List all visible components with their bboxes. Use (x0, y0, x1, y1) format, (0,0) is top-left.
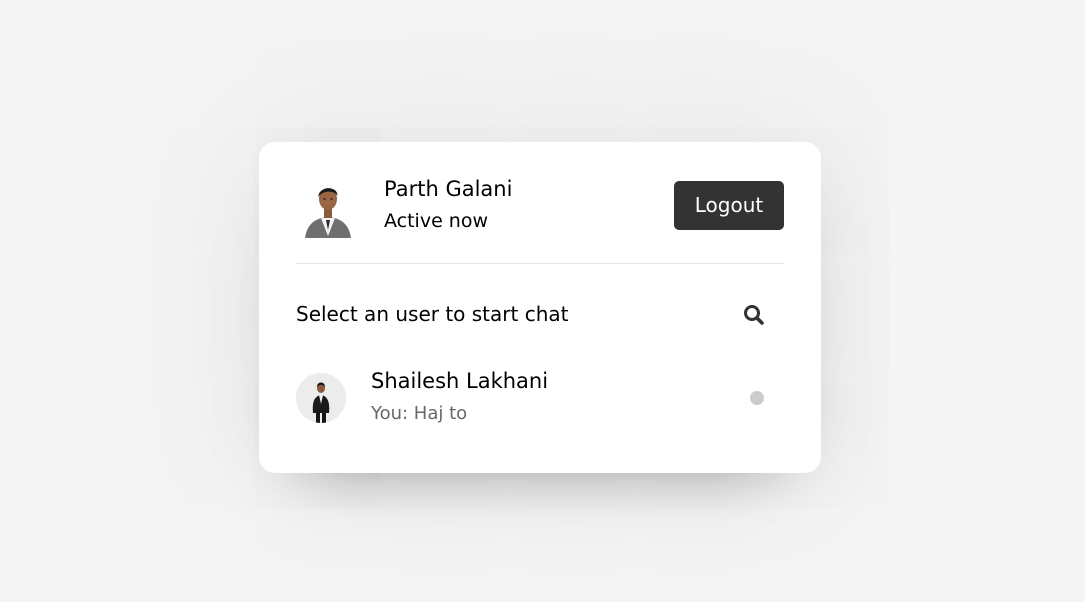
search-button[interactable] (736, 298, 772, 334)
user-photo-icon (305, 188, 351, 238)
logout-button[interactable]: Logout (674, 181, 784, 230)
profile-header: Parth Galani Active now Logout (296, 142, 784, 264)
user-list-item[interactable]: Shailesh Lakhani You: Haj to (296, 368, 784, 428)
current-user-name: Parth Galani (384, 177, 513, 201)
user-avatar (296, 373, 346, 423)
last-message: You: Haj to (371, 403, 468, 424)
status-dot (750, 391, 764, 405)
current-user-avatar (303, 180, 353, 238)
user-photo-icon (296, 373, 346, 423)
search-icon (744, 305, 764, 325)
search-bar: Select an user to start chat (296, 298, 784, 334)
chat-users-card: Parth Galani Active now Logout Select an… (259, 142, 821, 473)
current-user-status: Active now (384, 210, 489, 232)
user-name: Shailesh Lakhani (371, 369, 549, 393)
search-prompt: Select an user to start chat (296, 302, 569, 326)
